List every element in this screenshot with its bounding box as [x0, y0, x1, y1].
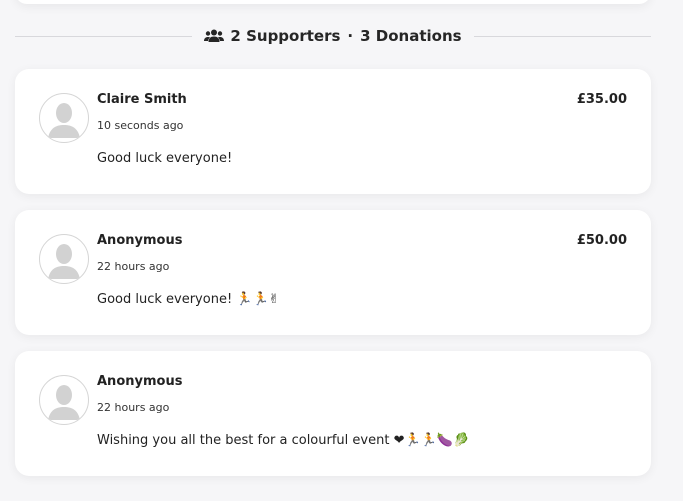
donations-header: 2 Supporters · 3 Donations: [15, 24, 651, 48]
donation-amount: £50.00: [576, 233, 627, 248]
person-silhouette-icon: [48, 385, 80, 420]
donation-card: Anonymous 22 hours ago Wishing you all t…: [15, 351, 651, 476]
donation-card: Claire Smith £35.00 10 seconds ago Good …: [15, 69, 651, 194]
divider-line-left: [15, 35, 193, 37]
avatar: [39, 234, 89, 284]
supporters-summary: 2 Supporters · 3 Donations: [192, 27, 473, 45]
avatar: [39, 375, 89, 425]
users-icon: [204, 28, 225, 44]
divider-line-right: [473, 35, 651, 37]
donation-card: Anonymous £50.00 22 hours ago Good luck …: [15, 210, 651, 335]
avatar: [39, 93, 89, 143]
summary-separator: ·: [347, 27, 354, 45]
previous-section-card: [15, 0, 651, 4]
donation-time: 10 seconds ago: [97, 119, 184, 132]
donation-message: Wishing you all the best for a colourful…: [97, 433, 470, 448]
donor-name: Anonymous: [97, 233, 183, 248]
person-silhouette-icon: [48, 103, 80, 138]
donation-amount: £35.00: [576, 92, 627, 107]
donor-name: Claire Smith: [97, 92, 187, 107]
donation-time: 22 hours ago: [97, 401, 170, 414]
donation-time: 22 hours ago: [97, 260, 170, 273]
donations-count: 3 Donations: [360, 27, 462, 45]
donation-message: Good luck everyone! 🏃🏃✌: [97, 292, 280, 307]
donation-message: Good luck everyone!: [97, 151, 233, 166]
donor-name: Anonymous: [97, 374, 183, 389]
supporters-count: 2 Supporters: [230, 27, 341, 45]
person-silhouette-icon: [48, 244, 80, 279]
